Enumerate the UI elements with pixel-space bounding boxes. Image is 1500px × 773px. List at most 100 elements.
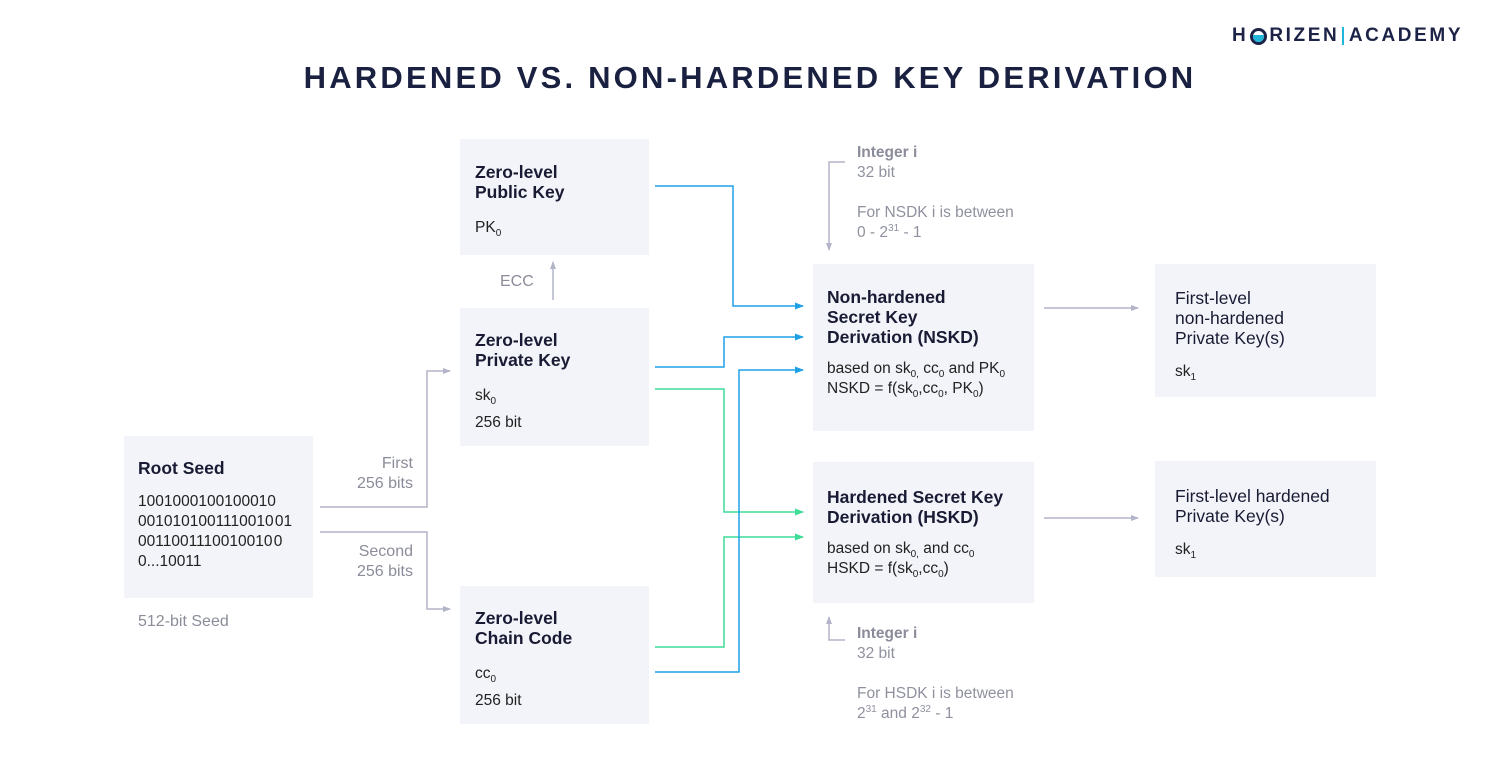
hskd-heading: Hardened Secret Key Derivation (HSKD): [827, 487, 1034, 527]
formula-part: - 1: [930, 705, 954, 722]
symbol-text: sk: [1175, 541, 1191, 558]
symbol-text: sk: [475, 387, 491, 404]
integer-range-text: For HSDK i is between: [857, 685, 1014, 702]
first-256-bits-label: First 256 bits: [313, 454, 413, 494]
heading-line: Chain Code: [475, 628, 573, 648]
text-part: based on sk: [827, 540, 911, 557]
root-seed-bits-line: 0010101001110010 01: [138, 513, 293, 530]
pk-to-nskd-line: [655, 185, 804, 310]
heading-line: First-level: [1175, 288, 1251, 308]
text-part: and PK: [944, 360, 1000, 377]
first-level-hardened-heading: First-level hardened Private Key(s): [1175, 486, 1376, 526]
text-part: cc: [918, 360, 939, 377]
integer-title: Integer i: [857, 144, 918, 161]
integer-range-formula: 0 - 231 - 1: [857, 223, 1014, 243]
public-key-heading: Zero-level Public Key: [475, 162, 649, 202]
symbol-text: cc: [475, 665, 491, 682]
integer-title: Integer i: [857, 625, 918, 642]
text-part: , PK: [943, 380, 973, 397]
chain-code-heading: Zero-level Chain Code: [475, 608, 649, 648]
text-part: based on sk: [827, 360, 911, 377]
ecc-label: ECC: [500, 273, 534, 290]
first-level-nonhardened-heading: First-level non-hardened Private Key(s): [1175, 288, 1376, 348]
logo-word-rizen: RIZEN: [1269, 25, 1340, 46]
text-part: ): [978, 380, 984, 397]
root-seed-bits-line: 0...10011: [138, 553, 202, 570]
heading-line: Zero-level: [475, 330, 558, 350]
root-seed-bits-line: 1001000100100010: [138, 493, 276, 510]
root-seed-bits-line: 0011001110010010 0: [138, 533, 283, 550]
first-level-hardened-symbol: sk1: [1175, 540, 1376, 561]
page-title: HARDENED VS. NON-HARDENED KEY DERIVATION: [303, 60, 1197, 95]
heading-line: Secret Key: [827, 307, 918, 327]
nskd-heading: Non-hardened Secret Key Derivation (NSKD…: [827, 287, 1034, 347]
formula-part: - 1: [899, 224, 922, 241]
integer-bottom-arrow: [826, 616, 845, 641]
zero-level-public-key-box: Zero-level Public Key PK0: [460, 139, 649, 255]
heading-line: Derivation (HSKD): [827, 507, 979, 527]
text-part: ,cc: [918, 560, 939, 577]
heading-line: Zero-level: [475, 608, 558, 628]
root-seed-bits: 1001000100100010 0010101001110010 01 001…: [138, 492, 313, 572]
formula-part: 2: [857, 705, 866, 722]
nskd-based-on: based on sk0, cc0 and PK0: [827, 359, 1034, 380]
nskd-box: Non-hardened Secret Key Derivation (NSKD…: [813, 264, 1034, 431]
symbol-text: sk: [1175, 363, 1191, 380]
sk-to-hskd-line: [655, 388, 804, 516]
integer-size: 32 bit: [857, 164, 895, 181]
heading-line: Zero-level: [475, 162, 558, 182]
hskd-box: Hardened Secret Key Derivation (HSKD) ba…: [813, 462, 1034, 603]
first-label-line: 256 bits: [356, 475, 413, 492]
integer-range-formula: 231 and 232 - 1: [857, 704, 1014, 724]
second-256-bits-label: Second 256 bits: [313, 542, 413, 582]
private-key-size: 256 bit: [475, 414, 522, 431]
integer-range-text: For NSDK i is between: [857, 204, 1014, 221]
heading-line: First-level hardened: [1175, 486, 1330, 506]
formula-exponent: 32: [919, 704, 931, 715]
first-level-nonhardened-symbol: sk1: [1175, 362, 1376, 383]
horizen-o-icon: [1250, 27, 1268, 45]
second-label-line: 256 bits: [356, 563, 413, 580]
second-label-line: Second: [358, 543, 413, 560]
zero-level-private-key-box: Zero-level Private Key sk0 256 bit: [460, 308, 649, 446]
root-seed-heading: Root Seed: [138, 458, 225, 478]
hskd-based-on: based on sk0, and cc0: [827, 539, 1034, 560]
logo-letter-h: H: [1232, 25, 1249, 46]
private-key-symbol: sk0: [475, 386, 649, 407]
first-level-hardened-box: First-level hardened Private Key(s) sk1: [1155, 461, 1376, 577]
integer-i-nskd-note: Integer i 32 bit For NSDK i is between 0…: [857, 143, 1014, 243]
heading-line: Non-hardened: [827, 287, 946, 307]
horizen-academy-logo: H RIZEN ACADEMY: [1232, 24, 1463, 48]
subscript: 0: [968, 549, 975, 560]
integer-top-arrow: [826, 161, 845, 251]
formula-exponent: 31: [888, 223, 900, 234]
root-seed-box: Root Seed 1001000100100010 0010101001110…: [124, 436, 313, 598]
integer-size: 32 bit: [857, 645, 895, 662]
text-part: HSKD = f(sk: [827, 560, 913, 577]
formula-part: 0 - 2: [857, 224, 889, 241]
private-key-heading: Zero-level Private Key: [475, 330, 649, 370]
symbol-subscript: 0: [490, 396, 497, 407]
cc-to-nskd-line: [655, 366, 804, 673]
integer-i-hskd-note: Integer i 32 bit For HSDK i is between 2…: [857, 624, 1014, 724]
symbol-subscript: 0: [495, 228, 502, 239]
public-key-symbol: PK0: [475, 218, 649, 239]
symbol-subscript: 1: [1190, 372, 1197, 383]
logo-word-academy: ACADEMY: [1348, 25, 1464, 46]
cc-to-hskd-line: [655, 533, 804, 648]
logo-divider: [1342, 27, 1344, 45]
sk-to-nskd-line: [655, 333, 804, 368]
hskd-formula: HSKD = f(sk0,cc0): [827, 559, 1034, 580]
text-part: NSKD = f(sk: [827, 380, 913, 397]
heading-line: Private Key: [475, 350, 571, 370]
zero-level-chain-code-box: Zero-level Chain Code cc0 256 bit: [460, 586, 649, 724]
symbol-subscript: 1: [1190, 550, 1197, 561]
heading-line: Public Key: [475, 182, 565, 202]
first-label-line: First: [381, 455, 413, 472]
text-part: ,cc: [918, 380, 939, 397]
seed-size-caption: 512-bit Seed: [138, 613, 229, 630]
heading-line: Derivation (NSKD): [827, 327, 979, 347]
nskd-formula: NSKD = f(sk0,cc0, PK0): [827, 379, 1034, 400]
formula-part: and 2: [876, 705, 920, 722]
first-level-nonhardened-box: First-level non-hardened Private Key(s) …: [1155, 264, 1376, 397]
